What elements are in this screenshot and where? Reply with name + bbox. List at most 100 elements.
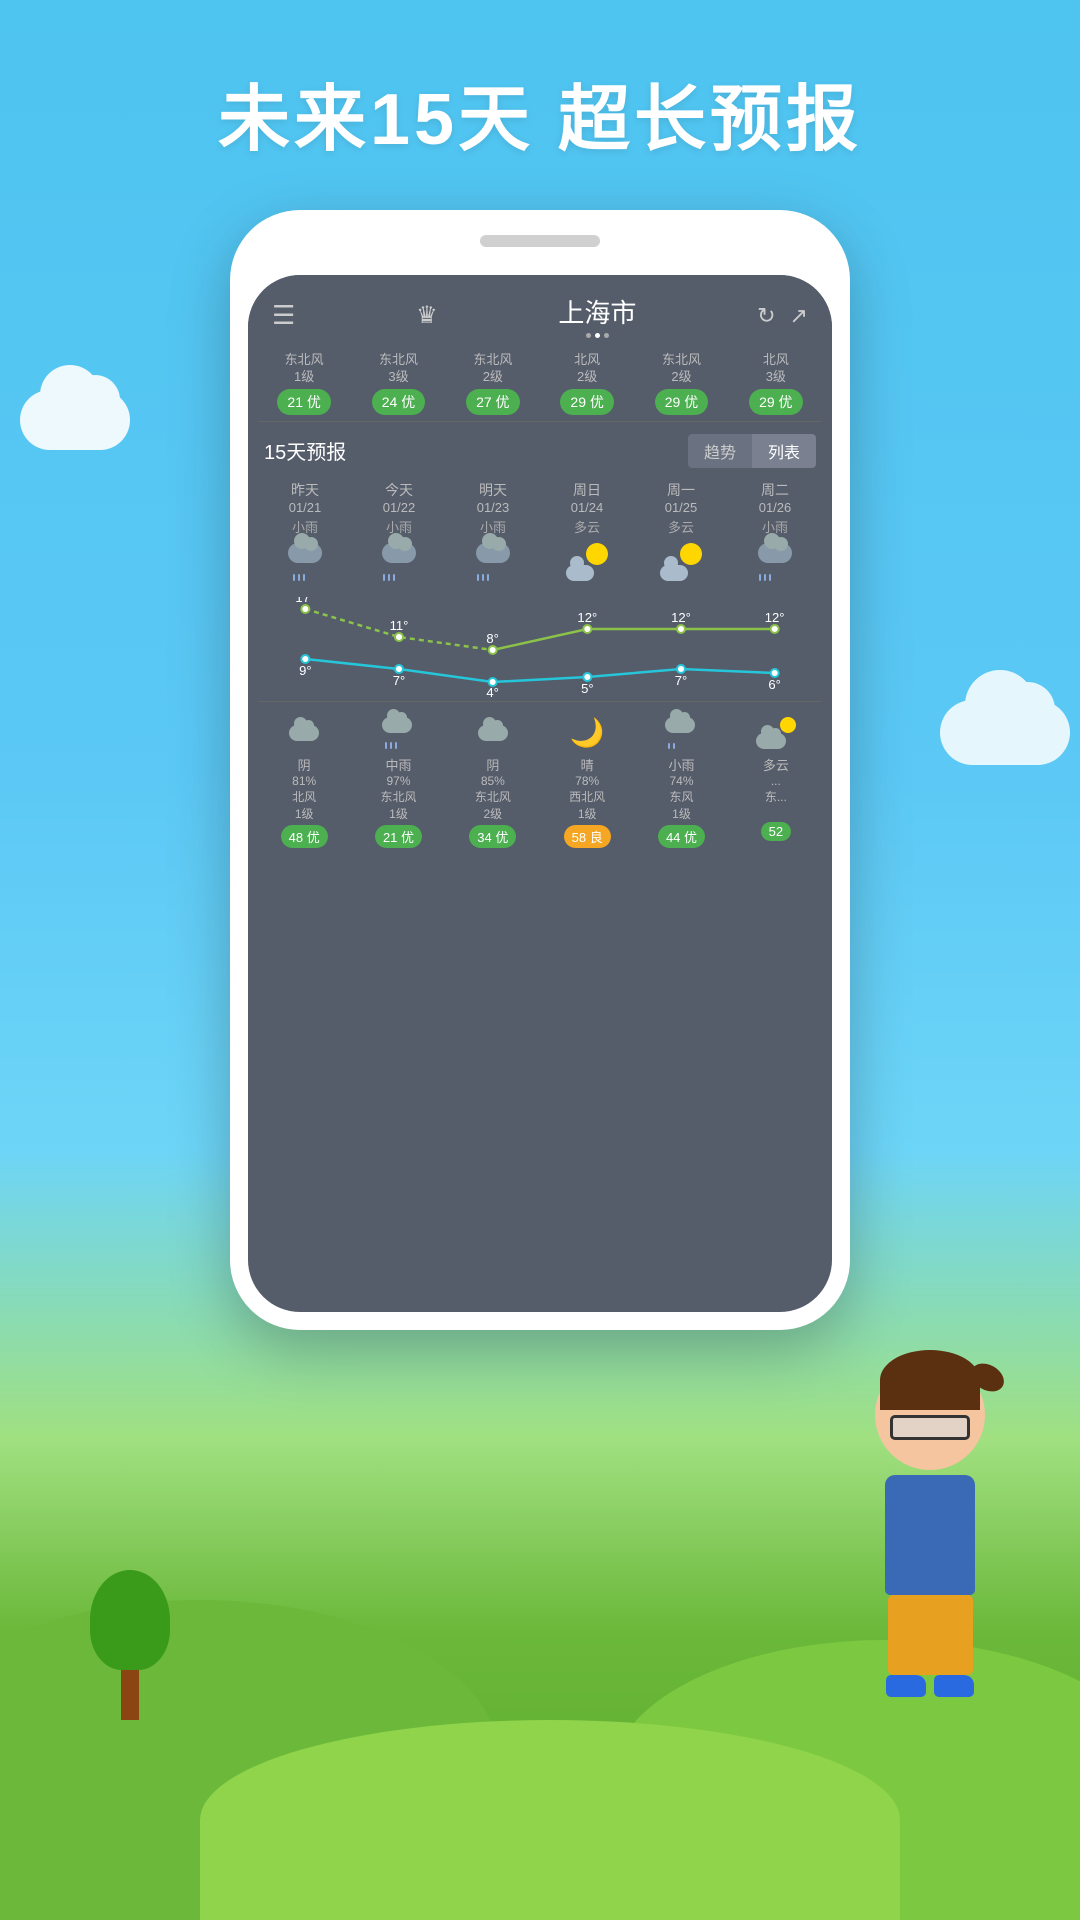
svg-text:11°: 11° <box>390 618 409 633</box>
bottom-aqi-0: 48 优 <box>281 825 328 848</box>
tree <box>90 1570 170 1720</box>
bot-icon-2 <box>447 714 539 752</box>
svg-text:12°: 12° <box>765 610 785 625</box>
character <box>820 1360 1040 1780</box>
bottom-aqi-1: 21 优 <box>375 825 422 848</box>
forecast-header: 15天预报 趋势 列表 <box>248 422 832 476</box>
weather-icon-0 <box>260 540 350 585</box>
high-dot-1 <box>395 633 403 641</box>
svg-text:5°: 5° <box>581 681 594 696</box>
bottom-cell-2: 阴 85% 东北风2级 34 优 <box>447 714 539 848</box>
page-title: 未来15天 超长预报 <box>0 60 1080 165</box>
background: 未来15天 超长预报 ☰ ♛ 上海市 ↻ ↗ <box>0 0 1080 1920</box>
svg-text:12°: 12° <box>577 610 597 625</box>
aqi-badge-3: 29 优 <box>560 389 613 415</box>
city-section: 上海市 <box>558 293 636 338</box>
day-col-2: 明天 01/23 小雨 <box>446 476 540 593</box>
day-col-1: 今天 01/22 小雨 <box>352 476 446 593</box>
weather-icon-1 <box>354 540 444 585</box>
weather-icon-4 <box>636 540 726 585</box>
wind-cell-3: 北风2级 29 优 <box>541 352 633 415</box>
days-grid: 昨天 01/21 小雨 <box>248 476 832 593</box>
bot-icon-4 <box>635 714 727 752</box>
bottom-aqi-2: 34 优 <box>469 825 516 848</box>
weather-icon-3 <box>542 540 632 585</box>
dot-1 <box>586 333 591 338</box>
character-body <box>885 1475 975 1595</box>
high-line-solid <box>493 629 775 650</box>
header-right-icons: ↻ ↗ <box>757 303 808 329</box>
wind-aqi-row: 东北风1级 21 优 东北风3级 24 优 东北风2级 27 优 北风2级 29… <box>248 346 832 421</box>
character-glasses <box>890 1415 970 1440</box>
low-dot-3 <box>583 673 591 681</box>
aqi-badge-0: 21 优 <box>277 389 330 415</box>
high-dot-0 <box>301 605 309 613</box>
city-name: 上海市 <box>558 293 636 330</box>
aqi-badge-1: 24 优 <box>372 389 425 415</box>
character-shoe-right <box>934 1675 974 1697</box>
cloud-left <box>20 390 130 450</box>
phone-mockup: ☰ ♛ 上海市 ↻ ↗ 东北风1级 <box>230 210 850 1330</box>
tree-trunk <box>121 1670 139 1720</box>
menu-icon[interactable]: ☰ <box>272 300 295 331</box>
day-col-3: 周日 01/24 多云 <box>540 476 634 593</box>
wind-cell-5: 北风3级 29 优 <box>730 352 822 415</box>
bottom-aqi-4: 44 优 <box>658 825 705 848</box>
dot-3 <box>604 333 609 338</box>
temperature-chart: 17° 11° 8° 12° 12° 12° 9° 7° 4° 5° 7° 6° <box>248 597 832 697</box>
svg-text:7°: 7° <box>393 673 406 688</box>
refresh-icon[interactable]: ↻ <box>757 303 775 329</box>
svg-text:12°: 12° <box>671 610 691 625</box>
bot-icon-1 <box>352 714 444 752</box>
character-hair <box>880 1350 980 1410</box>
character-shoes <box>883 1675 978 1697</box>
wind-cell-0: 东北风1级 21 优 <box>258 352 350 415</box>
dot-2 <box>595 333 600 338</box>
bot-icon-0 <box>258 714 350 752</box>
phone-screen: ☰ ♛ 上海市 ↻ ↗ 东北风1级 <box>248 275 832 1312</box>
character-pants <box>888 1595 973 1675</box>
wind-cell-1: 东北风3级 24 优 <box>352 352 444 415</box>
bot-icon-5 <box>730 714 822 752</box>
cloud-right <box>940 700 1070 765</box>
bottom-cell-0: 阴 81% 北风1级 48 优 <box>258 714 350 848</box>
day-col-4: 周一 01/25 多云 <box>634 476 728 593</box>
aqi-badge-4: 29 优 <box>655 389 708 415</box>
character-head <box>875 1360 985 1470</box>
low-dot-4 <box>677 665 685 673</box>
forecast-tabs: 趋势 列表 <box>688 434 816 468</box>
bottom-aqi-3: 58 良 <box>564 825 611 848</box>
bottom-cell-3: 🌙 晴 78% 西北风1级 58 良 <box>541 714 633 848</box>
bot-icon-3: 🌙 <box>541 714 633 752</box>
wind-cell-2: 东北风2级 27 优 <box>447 352 539 415</box>
hill-center <box>200 1720 900 1920</box>
forecast-title: 15天预报 <box>264 436 346 465</box>
low-dot-5 <box>771 669 779 677</box>
day-col-0: 昨天 01/21 小雨 <box>258 476 352 593</box>
phone-notch <box>480 235 600 247</box>
bottom-weather-grid: 阴 81% 北风1级 48 优 <box>248 706 832 852</box>
low-line <box>305 659 774 682</box>
bottom-cell-5: 多云 ... 东... 52 <box>730 714 822 848</box>
bottom-cell-4: 小雨 74% 东风1级 44 优 <box>635 714 727 848</box>
tab-list[interactable]: 列表 <box>752 434 816 468</box>
divider-2 <box>258 701 822 702</box>
crown-icon[interactable]: ♛ <box>416 301 438 330</box>
low-dot-0 <box>301 655 309 663</box>
tab-trend[interactable]: 趋势 <box>688 434 752 468</box>
page-dots <box>558 333 636 338</box>
app-header: ☰ ♛ 上海市 ↻ ↗ <box>248 275 832 346</box>
low-dot-1 <box>395 665 403 673</box>
tree-top <box>90 1570 170 1670</box>
svg-text:9°: 9° <box>299 663 312 678</box>
high-dot-3 <box>583 625 591 633</box>
share-icon[interactable]: ↗ <box>790 303 808 329</box>
bottom-cell-1: 中雨 97% 东北风1级 21 优 <box>352 714 444 848</box>
svg-text:4°: 4° <box>486 685 499 697</box>
weather-icon-2 <box>448 540 538 585</box>
weather-icon-5 <box>730 540 820 585</box>
aqi-badge-2: 27 优 <box>466 389 519 415</box>
high-dot-4 <box>677 625 685 633</box>
high-dot-5 <box>771 625 779 633</box>
aqi-badge-5: 29 优 <box>749 389 802 415</box>
